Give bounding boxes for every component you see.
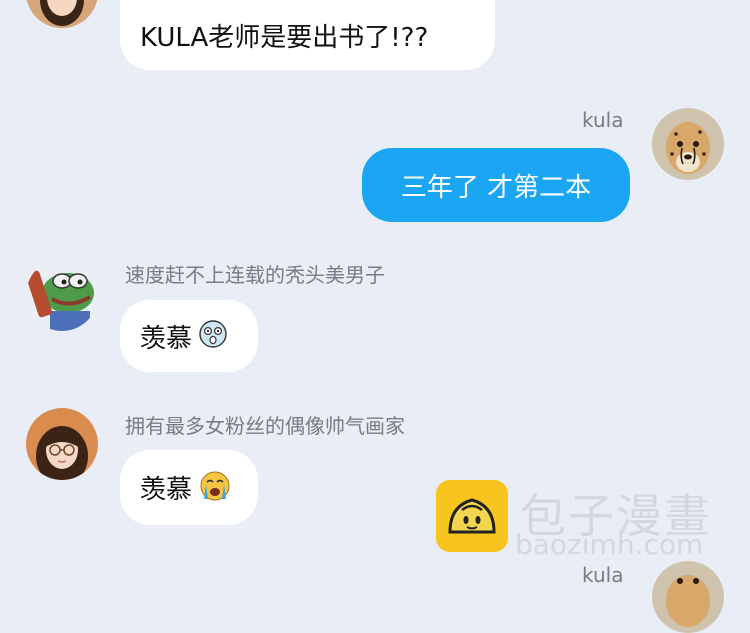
surprised-emoji-icon — [198, 319, 228, 353]
cheetah-avatar[interactable] — [652, 561, 724, 633]
sender-name: 速度赶不上连载的秃头美男子 — [125, 263, 385, 287]
message-text: KULA老师是要出书了!?? — [140, 22, 429, 53]
sender-name: 拥有最多女粉丝的偶像帅气画家 — [125, 414, 405, 438]
sender-name: kula — [582, 108, 624, 132]
sender-name: kula — [582, 563, 624, 587]
girl-avatar[interactable] — [26, 408, 98, 480]
message-text: 羡慕 — [140, 475, 193, 505]
message-text: 羡慕 — [140, 323, 193, 354]
message-text: 三年了 才第二本 — [400, 172, 592, 203]
watermark-url: baozimh.com — [515, 528, 704, 561]
message-bubble-2[interactable]: 三年了 才第二本 — [362, 148, 630, 222]
frog-avatar[interactable] — [26, 259, 98, 331]
crying-emoji-icon — [198, 469, 232, 507]
watermark-logo-icon — [436, 480, 508, 552]
message-bubble-3[interactable]: 羡慕 — [120, 300, 258, 372]
message-bubble-1[interactable]: KULA老师是要出书了!?? — [120, 0, 495, 70]
message-bubble-4[interactable]: 羡慕 — [120, 450, 258, 525]
cheetah-avatar[interactable] — [652, 108, 724, 180]
girl-avatar[interactable] — [26, 0, 98, 28]
